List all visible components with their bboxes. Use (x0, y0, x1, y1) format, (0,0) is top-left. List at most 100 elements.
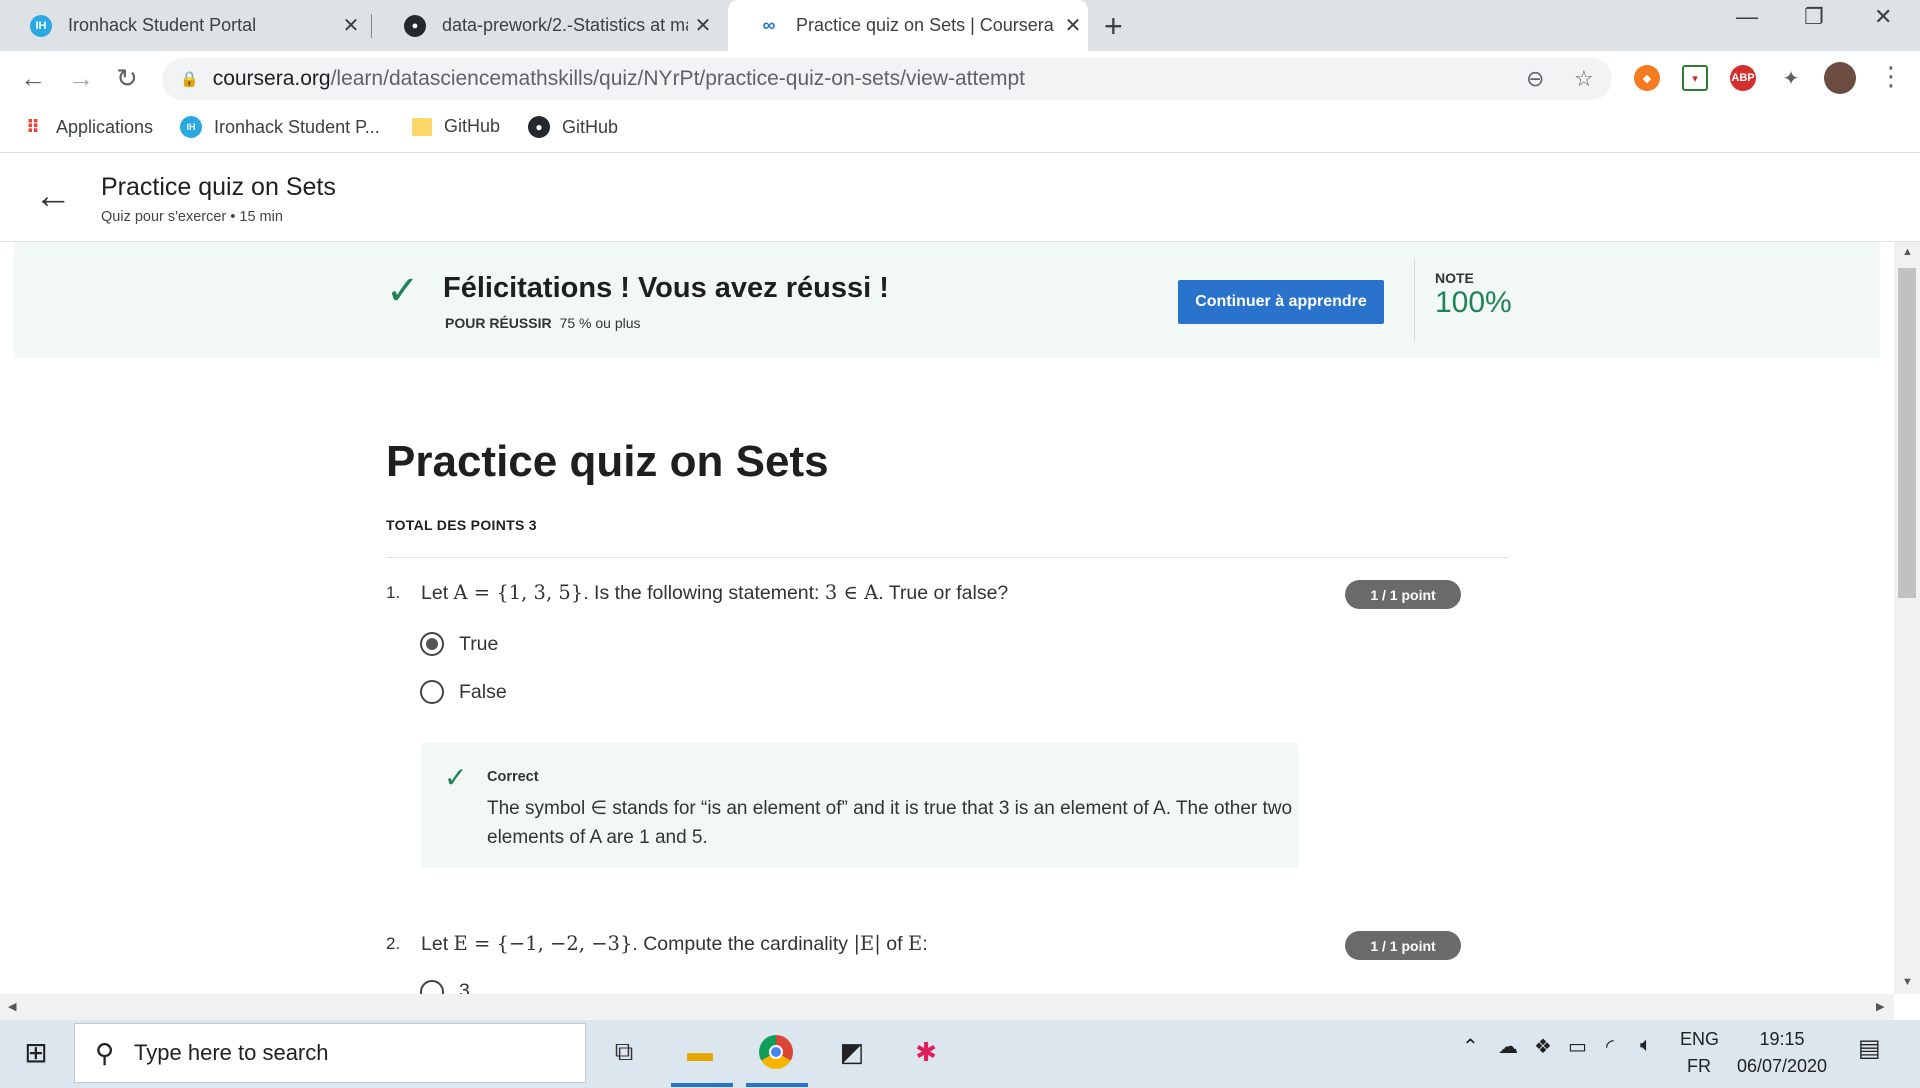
extension-pocket-icon[interactable]: ▾ (1682, 65, 1708, 91)
close-icon[interactable]: ✕ (688, 13, 718, 38)
option-partial[interactable]: 3 (420, 980, 470, 994)
apps-grid-icon: ⠿ (25, 116, 41, 137)
sticky-notes-icon[interactable]: ◩ (832, 1032, 872, 1072)
page-subtitle: Quiz pour s'exercer • 15 min (101, 209, 283, 225)
question-text-part: of (880, 933, 908, 955)
dropbox-icon[interactable]: ❖ (1534, 1034, 1552, 1059)
vertical-scrollbar[interactable]: ▲ ▼ (1894, 242, 1920, 994)
clock[interactable]: 19:15 06/07/2020 (1732, 1026, 1832, 1080)
radio-unselected[interactable] (420, 680, 444, 704)
success-banner: ✓ Félicitations ! Vous avez réussi ! POU… (14, 242, 1880, 358)
scroll-thumb[interactable] (1898, 268, 1916, 598)
language-indicator[interactable]: ENG FR (1680, 1026, 1719, 1080)
back-icon[interactable]: ← (20, 63, 46, 94)
horizontal-scrollbar[interactable]: ◀ ▶ (0, 994, 1894, 1020)
option-label: True (459, 632, 499, 655)
chrome-icon[interactable] (756, 1032, 796, 1072)
tab-label: Practice quiz on Sets | Coursera (796, 15, 1054, 35)
radio-unselected[interactable] (420, 980, 444, 994)
radio-dot (426, 638, 438, 650)
math-expression: E = {−1, −2, −3} (453, 932, 633, 955)
minimize-icon[interactable]: — (1736, 4, 1758, 30)
notification-icon[interactable]: ▤ (1858, 1034, 1881, 1063)
clock-time: 19:15 (1759, 1029, 1805, 1049)
points-badge: 1 / 1 point (1345, 580, 1461, 609)
bookmark-ironhack[interactable]: IH Ironhack Student P... (180, 116, 380, 138)
menu-icon[interactable]: ⋮ (1878, 61, 1904, 92)
volume-icon[interactable]: 🔈︎ (1640, 1034, 1652, 1057)
wifi-icon[interactable]: ◜ (1606, 1034, 1614, 1059)
url-domain: coursera.org (212, 67, 331, 90)
question-text-part: : (922, 933, 928, 955)
active-indicator (746, 1083, 808, 1087)
star-icon[interactable]: ☆ (1574, 66, 1594, 92)
tab-label: Ironhack Student Portal (68, 15, 257, 35)
question-text: Let E = {−1, −2, −3}. Compute the cardin… (421, 932, 928, 956)
ironhack-icon: IH (30, 14, 52, 37)
battery-icon[interactable]: ▭ (1568, 1034, 1587, 1059)
chevron-up-icon[interactable]: ⌃ (1462, 1034, 1479, 1059)
task-view-icon[interactable]: ⧉ (604, 1032, 644, 1072)
forward-icon[interactable]: → (68, 63, 94, 94)
file-explorer-icon[interactable]: ▬ (680, 1032, 720, 1072)
windows-start-icon[interactable]: ⊞ (16, 1032, 56, 1072)
math-expression: |E| (853, 932, 881, 955)
bookmark-applications[interactable]: ⠿ Applications (22, 116, 153, 138)
github-icon: ● (528, 116, 550, 138)
avatar[interactable] (1824, 62, 1856, 94)
ironhack-icon: IH (180, 116, 202, 138)
grade-label: NOTE (1435, 270, 1474, 286)
math-expression: A = {1, 3, 5} (453, 581, 584, 604)
scroll-up-icon[interactable]: ▲ (1902, 246, 1913, 258)
radio-selected[interactable] (420, 632, 444, 656)
continue-button[interactable]: Continuer à apprendre (1178, 280, 1384, 324)
scroll-left-icon[interactable]: ◀ (8, 1000, 16, 1013)
address-bar[interactable]: 🔒 coursera.org/learn/datasciencemathskil… (162, 58, 1612, 100)
feedback-line: The symbol ∈ stands for “is an element o… (487, 798, 1293, 819)
folder-icon (412, 117, 432, 136)
tab-coursera[interactable]: ∞ Practice quiz on Sets | Coursera ✕ (728, 0, 1088, 51)
language-bottom: FR (1687, 1056, 1711, 1076)
page-title: Practice quiz on Sets (101, 173, 336, 201)
quiz-title: Practice quiz on Sets (386, 437, 829, 486)
question-text-part: . True or false? (878, 582, 1009, 604)
close-window-icon[interactable]: ✕ (1874, 4, 1892, 30)
extension-icon[interactable]: ◆ (1634, 65, 1660, 91)
tab-ironhack[interactable]: IH Ironhack Student Portal ✕ (0, 0, 366, 51)
bookmark-github-folder[interactable]: GitHub (412, 116, 500, 137)
new-tab-button[interactable]: + (1104, 8, 1123, 45)
tab-github[interactable]: ● data-prework/2.-Statistics at mas ✕ (374, 0, 718, 51)
math-expression: 3 ∈ A (824, 581, 879, 604)
tab-label: data-prework/2.-Statistics at mas (442, 15, 688, 35)
restore-icon[interactable]: ❐ (1804, 4, 1824, 30)
bookmark-github[interactable]: ● GitHub (528, 116, 618, 138)
address-toolbar: ← → ↻ 🔒 coursera.org/learn/datasciencema… (0, 51, 1920, 106)
abp-label: ABP (1731, 72, 1755, 84)
clock-date: 06/07/2020 (1736, 1056, 1828, 1076)
close-icon[interactable]: ✕ (336, 13, 366, 38)
grade-value: 100% (1435, 286, 1512, 319)
adblock-icon[interactable]: ABP (1730, 65, 1756, 91)
success-headline: Félicitations ! Vous avez réussi ! (443, 272, 889, 304)
question-text-part: . Is the following statement: (583, 582, 825, 604)
zoom-icon[interactable]: ⊖ (1526, 66, 1544, 92)
question-text-part: Let (421, 933, 454, 955)
onedrive-icon[interactable]: ☁ (1498, 1034, 1518, 1059)
divider (386, 557, 1509, 558)
back-arrow-icon[interactable]: ← (34, 175, 72, 218)
slack-icon[interactable]: ✱ (906, 1032, 946, 1072)
option-label: False (459, 680, 507, 703)
reload-icon[interactable]: ↻ (116, 63, 138, 94)
scroll-right-icon[interactable]: ▶ (1876, 1000, 1884, 1013)
option-false[interactable]: False (420, 680, 507, 704)
close-icon[interactable]: ✕ (1058, 13, 1088, 38)
taskbar-search[interactable]: ⚲ Type here to search (74, 1023, 586, 1083)
option-true[interactable]: True (420, 632, 498, 656)
pass-value: 75 % ou plus (559, 315, 641, 331)
question-text: Let A = {1, 3, 5}. Is the following stat… (421, 581, 1008, 605)
feedback-text: The symbol ∈ stands for “is an element o… (487, 794, 1367, 852)
puzzle-icon[interactable]: ✦ (1778, 65, 1804, 91)
scroll-down-icon[interactable]: ▼ (1902, 976, 1913, 988)
pass-requirement: POUR RÉUSSIR 75 % ou plus (445, 315, 641, 331)
bookmark-label: Applications (56, 116, 154, 137)
